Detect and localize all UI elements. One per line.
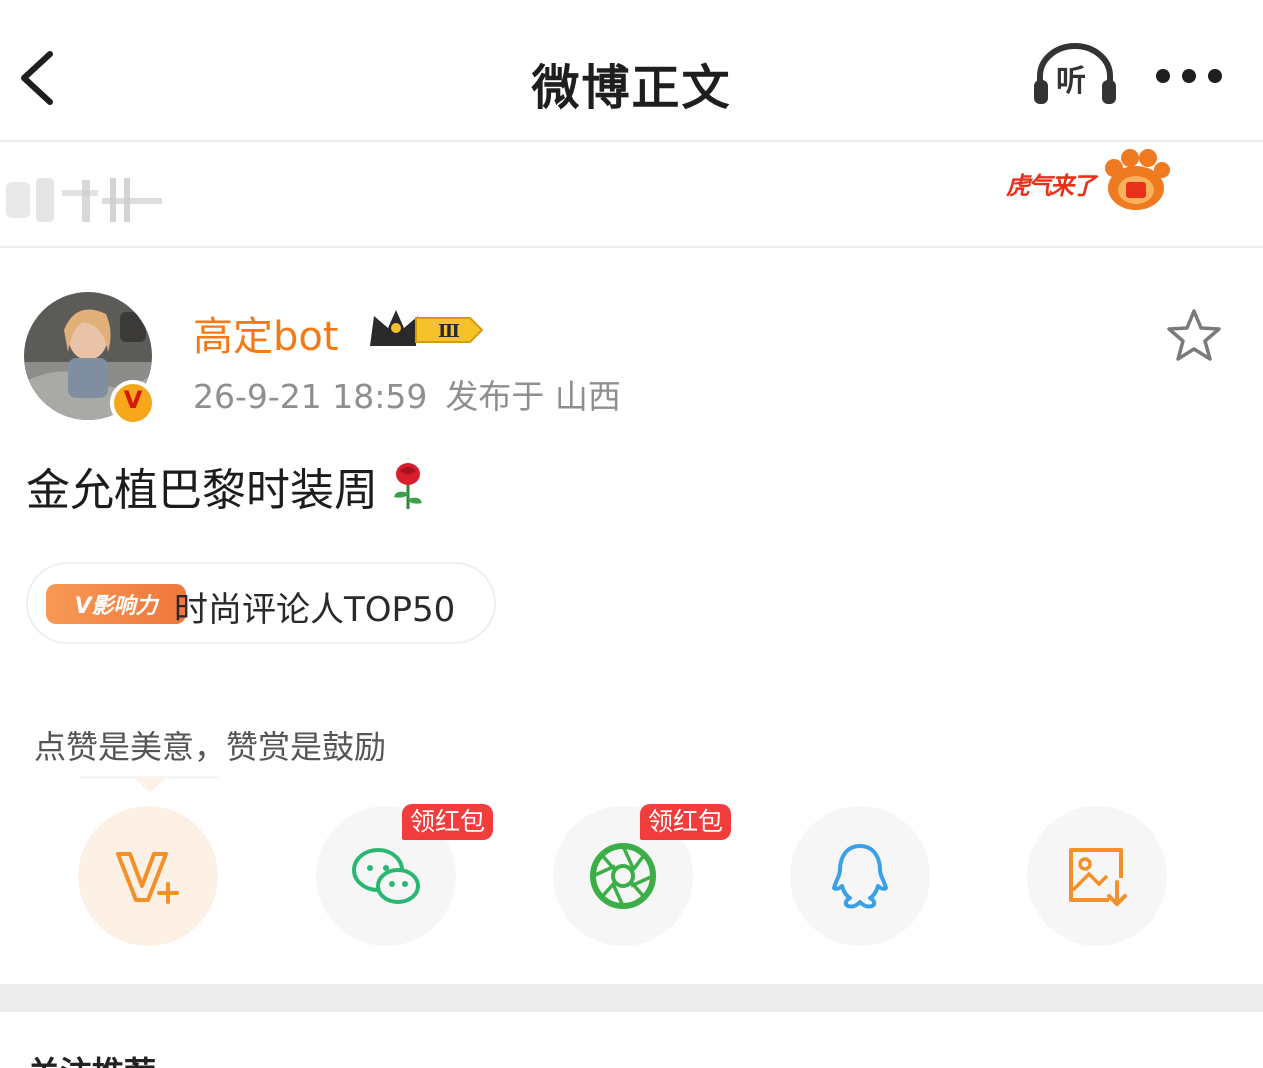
post-content: 金允植巴黎时装周 [26,454,428,518]
reward-tip: 点赞是美意，赞赏是鼓励 [34,728,387,766]
moments-icon [590,843,656,909]
save-image-button[interactable] [1027,806,1167,946]
more-dot-icon [1208,69,1222,83]
tip-caret [134,778,166,792]
red-packet-tag: 领红包 [402,804,494,840]
author-name[interactable]: 高定bot [193,304,339,362]
save-image-icon [1069,848,1127,907]
more-dot-icon [1156,69,1170,83]
more-options-button[interactable] [1150,56,1230,96]
top-nav-bar: 微博正文 听 [0,0,1263,142]
follow-recommend-title: 关注推荐 [28,1048,156,1068]
share-vplus-button[interactable] [78,806,218,946]
verified-badge: V [110,380,156,426]
red-packet-tag: 领红包 [640,804,732,840]
post-location: 发布于 山西 [445,377,621,416]
verified-mark: V [123,386,143,414]
influence-badge: V影响力 [46,584,186,624]
level-badge-text: Ⅲ [438,321,460,342]
topic-label: 时尚评论人TOP50 [174,590,456,630]
star-icon [1167,309,1221,361]
wechat-icon [352,848,420,904]
vplus-icon [116,852,179,904]
listen-label: 听 [1056,64,1086,99]
topic-chip[interactable]: V影响力 时尚评论人TOP50 [26,562,496,644]
post-content-text: 金允植巴黎时装周 [26,465,378,516]
blurred-banner-text [6,178,162,222]
tiger-year-badge[interactable]: 虎气来了 [1000,146,1170,216]
more-dot-icon [1182,69,1196,83]
section-divider [0,984,1263,1012]
rose-emoji-icon [394,463,422,509]
crown-level-badge-icon: Ⅲ [370,310,484,346]
post-meta: 26-9-21 18:59 发布于 山西 [193,370,621,418]
tiger-paw-icon [1105,149,1170,210]
tiger-badge-text: 虎气来了 [1006,172,1096,200]
post-timestamp: 26-9-21 18:59 [193,377,428,416]
listen-button[interactable]: 听 [1030,42,1120,108]
influence-badge-text: V影响力 [74,594,158,619]
favorite-button[interactable] [1164,306,1224,366]
share-qq-button[interactable] [790,806,930,946]
qq-icon [832,844,888,909]
